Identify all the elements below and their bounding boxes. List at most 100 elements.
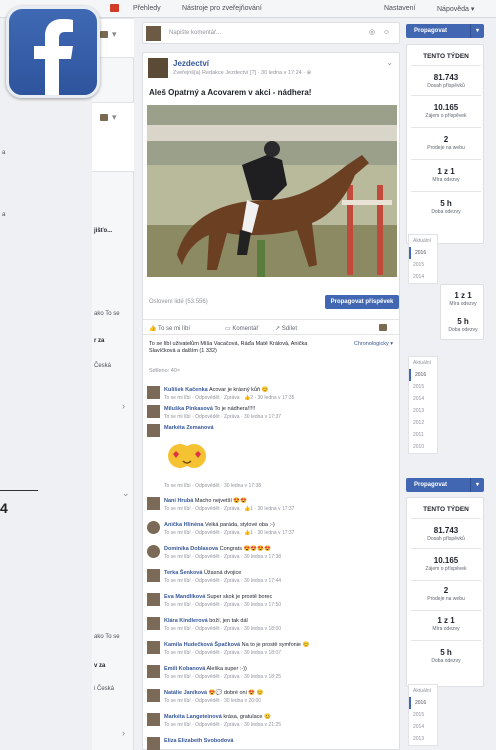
stat-reach[interactable]: 81.743 Dosah příspěvků <box>407 526 485 542</box>
avatar[interactable] <box>147 405 160 418</box>
commenter-name[interactable]: Markéta Langeteinová <box>164 714 222 720</box>
stat-response-rate[interactable]: 1 z 1 Míra odezvy <box>407 616 485 632</box>
page-avatar[interactable] <box>148 58 168 78</box>
year-item[interactable]: 2010 <box>409 441 437 453</box>
share-button[interactable]: ↗ Sdílet <box>275 325 297 332</box>
comment-meta[interactable]: To se mi líbí · Odpovědět · Zpráva · 30 … <box>164 578 281 584</box>
comment-meta[interactable]: To se mi líbí · Odpovědět · 30 ledna v 2… <box>164 698 261 704</box>
year-item[interactable]: 2015 <box>409 259 437 271</box>
commenter-name[interactable]: Dominika Doblasova <box>164 546 218 552</box>
promote-button[interactable]: Propagovat ▾ <box>406 478 484 492</box>
comment-composer[interactable]: Napište komentář... ◎ ☺ <box>142 22 400 44</box>
year-item[interactable]: 2015 <box>409 381 437 393</box>
comment-meta[interactable]: To se mi líbí · Odpovědět · Zpráva · 👍2 … <box>164 395 294 401</box>
chevron-down-icon[interactable]: ▾ <box>470 24 484 38</box>
comment-meta[interactable]: To se mi líbí · Odpovědět · Zpráva · 30 … <box>164 414 281 420</box>
commenter-name[interactable]: Nani Hrubá <box>164 498 193 504</box>
commenter-name[interactable]: Eva Mandlíková <box>164 594 205 600</box>
chevron-right-icon[interactable]: › <box>122 401 125 411</box>
commenter-name[interactable]: Kulíšek Kačenka <box>164 387 208 393</box>
comment-meta[interactable]: To se mi líbí · Odpovědět · Zpráva · 30 … <box>164 650 281 656</box>
stat-web-sales[interactable]: 2 Prodeje na webu <box>407 135 485 151</box>
year-item[interactable]: 2014 <box>409 721 437 733</box>
avatar[interactable] <box>147 521 160 534</box>
year-item[interactable]: 2014 <box>409 271 437 283</box>
commenter-name[interactable]: Terka Šenková <box>164 570 202 576</box>
year-item[interactable]: 2013 <box>409 405 437 417</box>
year-item[interactable]: 2016 <box>409 697 437 709</box>
camera-icon[interactable]: ◎ <box>369 29 377 37</box>
page-name-link[interactable]: Jezdectví <box>173 59 209 68</box>
stat-web-sales[interactable]: 2 Prodeje na webu <box>407 586 485 602</box>
chevron-down-icon[interactable]: ▾ <box>470 478 484 492</box>
post-photo[interactable] <box>147 105 397 277</box>
stat-response-time[interactable]: 5 h Doba odezvy <box>407 648 485 664</box>
stat-engagement[interactable]: 10.165 Zájem o příspěvek <box>407 556 485 572</box>
commenter-name[interactable]: Markéta Zemanová <box>164 425 214 431</box>
avatar[interactable] <box>147 689 160 702</box>
year-item[interactable]: 2014 <box>409 393 437 405</box>
commenter-name[interactable]: Miluška Pinkasová <box>164 406 213 412</box>
comment-button[interactable]: ▭ Komentář <box>225 325 258 332</box>
stat-response-time[interactable]: 5 h Doba odezvy <box>407 199 485 215</box>
avatar[interactable] <box>147 665 160 678</box>
avatar[interactable] <box>147 641 160 654</box>
stat-response-rate[interactable]: 1 z 1 Míra odezvy <box>407 167 485 183</box>
commenter-name[interactable]: Eliza Elizabeth Svobodová <box>164 738 233 744</box>
year-item[interactable]: 2016 <box>409 247 437 259</box>
comment-meta[interactable]: To se mi líbí · Odpovědět · Zpráva · 30 … <box>164 602 281 608</box>
year-item[interactable]: 2011 <box>409 429 437 441</box>
comment-meta[interactable]: To se mi líbí · Odpovědět · Zpráva · 👍1 … <box>164 530 294 536</box>
year-current[interactable]: Aktuální <box>409 235 437 247</box>
year-current[interactable]: Aktuální <box>409 685 437 697</box>
comment-meta[interactable]: To se mi líbí · Odpovědět · Zpráva · 30 … <box>164 554 281 560</box>
avatar[interactable] <box>147 424 160 437</box>
reach-count[interactable]: Oslovení lidé (53.556) <box>149 299 208 305</box>
commenter-name[interactable]: Emili Kobanová <box>164 666 205 672</box>
chevron-down-icon[interactable]: ⌄ <box>386 58 393 67</box>
stat-response-rate[interactable]: 1 z 1 Míra odezvy <box>441 291 485 307</box>
chevron-down-icon[interactable]: ▾ <box>112 112 117 123</box>
commenter-name[interactable]: Klára Kindlerová <box>164 618 208 624</box>
avatar[interactable] <box>147 713 160 726</box>
avatar[interactable] <box>147 737 160 750</box>
year-item[interactable]: 2015 <box>409 709 437 721</box>
avatar[interactable] <box>147 545 160 558</box>
avatar[interactable] <box>147 617 160 630</box>
year-item[interactable]: 2013 <box>409 733 437 745</box>
comment-meta[interactable]: To se mi líbí · Odpovědět · Zpráva · 30 … <box>164 674 281 680</box>
comment-meta[interactable]: To se mi líbí · Odpovědět · Zpráva · 👍1 … <box>164 506 294 512</box>
comment-meta[interactable]: To se mi líbí · Odpovědět · 30 ledna v 1… <box>164 483 261 489</box>
year-item[interactable]: 2012 <box>409 417 437 429</box>
comment-input[interactable]: Napište komentář... <box>169 30 221 36</box>
comment-meta[interactable]: To se mi líbí · Odpovědět · Zpráva · 30 … <box>164 626 281 632</box>
chevron-down-icon[interactable]: ⌄ <box>122 488 130 499</box>
settings-link[interactable]: Nastavení <box>384 5 416 12</box>
stat-response-time[interactable]: 5 h Doba odezvy <box>441 317 485 333</box>
stat-engagement[interactable]: 10.165 Zájem o příspěvek <box>407 103 485 119</box>
tab-overview[interactable]: Přehledy <box>133 5 161 12</box>
comment-meta[interactable]: To se mi líbí · Odpovědět · Zpráva · 30 … <box>164 722 281 728</box>
emoji-icon[interactable]: ☺ <box>383 29 391 37</box>
commenter-name[interactable]: Natálie Janíková <box>164 690 207 696</box>
avatar[interactable] <box>147 386 160 399</box>
shares-count[interactable]: Sdíleno: 40× <box>149 368 180 374</box>
comment-order-select[interactable]: Chronologicky ▾ <box>354 341 393 347</box>
page-thumb-icon[interactable] <box>379 324 387 331</box>
avatar[interactable] <box>147 569 160 582</box>
year-current[interactable]: Aktuální <box>409 357 437 369</box>
left-item[interactable]: jišťo... <box>94 228 112 234</box>
notification-badge[interactable] <box>110 4 119 12</box>
like-button[interactable]: 👍 To se mi líbí <box>149 325 190 332</box>
year-item[interactable]: 2016 <box>409 369 437 381</box>
promote-post-button[interactable]: Propagovat příspěvek <box>325 295 399 309</box>
promote-button[interactable]: Propagovat ▾ <box>406 24 484 38</box>
tab-publishing-tools[interactable]: Nástroje pro zveřejňování <box>182 5 262 12</box>
commenter-name[interactable]: Anička Hlinéna <box>164 522 203 528</box>
chevron-right-icon[interactable]: › <box>122 728 125 738</box>
chevron-down-icon[interactable]: ▾ <box>112 29 117 40</box>
stat-reach[interactable]: 81.743 Dosah příspěvků <box>407 73 485 89</box>
help-menu[interactable]: Nápověda ▾ <box>437 5 474 13</box>
avatar[interactable] <box>147 497 160 510</box>
likes-summary[interactable]: To se líbí uživatelům Míša Vacačová, Ráď… <box>149 341 339 355</box>
